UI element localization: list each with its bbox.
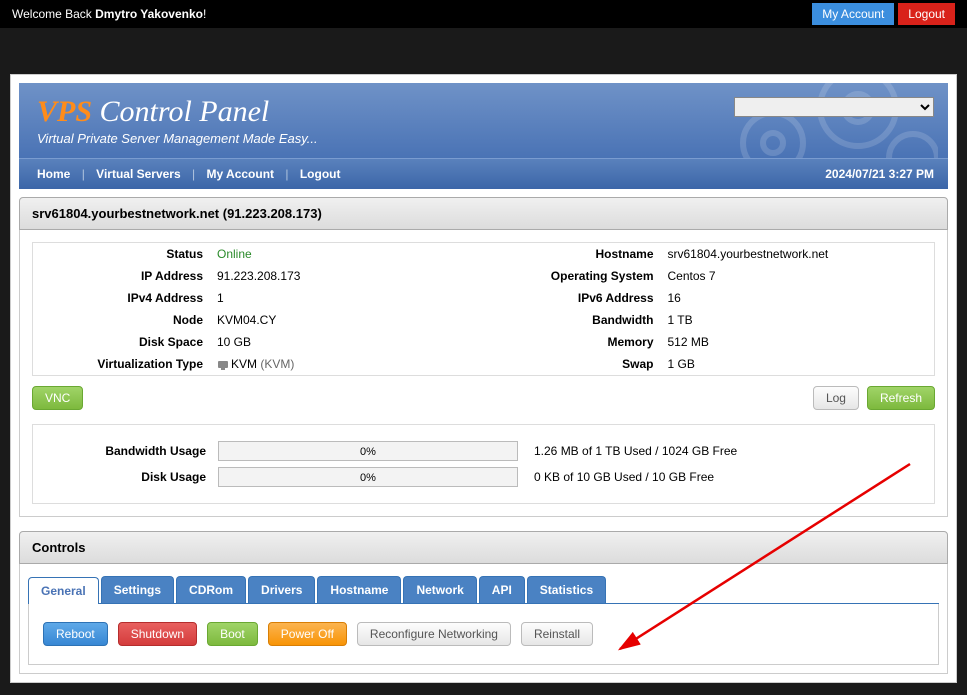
label-hostname: Hostname bbox=[484, 243, 664, 265]
value-status: Online bbox=[213, 243, 484, 265]
tabs: General Settings CDRom Drivers Hostname … bbox=[28, 576, 939, 604]
server-info-body: StatusOnline IP Address91.223.208.173 IP… bbox=[19, 230, 948, 517]
value-bw: 1 TB bbox=[664, 309, 935, 331]
server-title-header: srv61804.yourbestnetwork.net (91.223.208… bbox=[19, 197, 948, 230]
nav-virtual-servers[interactable]: Virtual Servers bbox=[96, 167, 181, 181]
tab-hostname[interactable]: Hostname bbox=[317, 576, 401, 603]
action-row: VNC Log Refresh bbox=[32, 386, 935, 410]
title-vps: VPS bbox=[37, 95, 92, 128]
value-ipv6: 16 bbox=[664, 287, 935, 309]
bandwidth-usage-row: Bandwidth Usage 0% 1.26 MB of 1 TB Used … bbox=[43, 441, 924, 461]
info-table: StatusOnline IP Address91.223.208.173 IP… bbox=[32, 242, 935, 376]
tabs-container: General Settings CDRom Drivers Hostname … bbox=[28, 576, 939, 665]
value-hostname: srv61804.yourbestnetwork.net bbox=[664, 243, 935, 265]
bandwidth-pct: 0% bbox=[360, 446, 376, 458]
label-status: Status bbox=[33, 243, 213, 265]
log-button[interactable]: Log bbox=[813, 386, 859, 410]
vnc-button[interactable]: VNC bbox=[32, 386, 83, 410]
label-ip: IP Address bbox=[33, 265, 213, 287]
disk-pct: 0% bbox=[360, 472, 376, 484]
tab-api[interactable]: API bbox=[479, 576, 525, 603]
nav-datetime: 2024/07/21 3:27 PM bbox=[825, 167, 934, 181]
server-select[interactable] bbox=[734, 97, 934, 117]
kvm-icon bbox=[217, 359, 229, 371]
label-bw: Bandwidth bbox=[484, 309, 664, 331]
label-ipv6: IPv6 Address bbox=[484, 287, 664, 309]
value-swap: 1 GB bbox=[664, 353, 935, 375]
controls-body: General Settings CDRom Drivers Hostname … bbox=[19, 564, 948, 674]
boot-button[interactable]: Boot bbox=[207, 622, 258, 646]
bandwidth-label: Bandwidth Usage bbox=[43, 444, 218, 458]
value-virt: KVM (KVM) bbox=[213, 353, 484, 375]
logout-button[interactable]: Logout bbox=[898, 3, 955, 25]
label-ipv4: IPv4 Address bbox=[33, 287, 213, 309]
welcome-message: Welcome Back Dmytro Yakovenko! bbox=[12, 7, 206, 21]
usage-box: Bandwidth Usage 0% 1.26 MB of 1 TB Used … bbox=[32, 424, 935, 504]
value-mem: 512 MB bbox=[664, 331, 935, 353]
gears-decoration bbox=[698, 83, 938, 158]
tab-network[interactable]: Network bbox=[403, 576, 476, 603]
username: Dmytro Yakovenko bbox=[95, 7, 203, 21]
tab-content-general: Reboot Shutdown Boot Power Off Reconfigu… bbox=[28, 604, 939, 665]
topbar-buttons: My Account Logout bbox=[812, 3, 955, 25]
value-ipv4: 1 bbox=[213, 287, 484, 309]
bandwidth-text: 1.26 MB of 1 TB Used / 1024 GB Free bbox=[534, 444, 737, 458]
label-disk: Disk Space bbox=[33, 331, 213, 353]
reconfigure-networking-button[interactable]: Reconfigure Networking bbox=[357, 622, 511, 646]
poweroff-button[interactable]: Power Off bbox=[268, 622, 347, 646]
tab-statistics[interactable]: Statistics bbox=[527, 576, 606, 603]
my-account-button[interactable]: My Account bbox=[812, 3, 894, 25]
nav-sep: | bbox=[285, 167, 288, 181]
shutdown-button[interactable]: Shutdown bbox=[118, 622, 197, 646]
dark-spacer bbox=[0, 28, 967, 74]
tab-settings[interactable]: Settings bbox=[101, 576, 174, 603]
header-banner: VPS Control Panel Virtual Private Server… bbox=[19, 83, 948, 158]
value-node: KVM04.CY bbox=[213, 309, 484, 331]
info-col-right: Hostnamesrv61804.yourbestnetwork.net Ope… bbox=[484, 243, 935, 375]
main-nav: Home | Virtual Servers | My Account | Lo… bbox=[19, 158, 948, 189]
tab-drivers[interactable]: Drivers bbox=[248, 576, 315, 603]
disk-progress: 0% bbox=[218, 467, 518, 487]
disk-usage-label: Disk Usage bbox=[43, 470, 218, 484]
disk-usage-row: Disk Usage 0% 0 KB of 10 GB Used / 10 GB… bbox=[43, 467, 924, 487]
nav-my-account[interactable]: My Account bbox=[206, 167, 274, 181]
title-rest: Control Panel bbox=[92, 95, 269, 128]
page-container: VPS Control Panel Virtual Private Server… bbox=[10, 74, 957, 683]
reboot-button[interactable]: Reboot bbox=[43, 622, 108, 646]
top-bar: Welcome Back Dmytro Yakovenko! My Accoun… bbox=[0, 0, 967, 28]
info-col-left: StatusOnline IP Address91.223.208.173 IP… bbox=[33, 243, 484, 375]
label-mem: Memory bbox=[484, 331, 664, 353]
nav-links: Home | Virtual Servers | My Account | Lo… bbox=[33, 167, 345, 181]
nav-home[interactable]: Home bbox=[37, 167, 70, 181]
reinstall-button[interactable]: Reinstall bbox=[521, 622, 593, 646]
value-ip: 91.223.208.173 bbox=[213, 265, 484, 287]
nav-sep: | bbox=[192, 167, 195, 181]
welcome-suffix: ! bbox=[203, 7, 206, 21]
tab-cdrom[interactable]: CDRom bbox=[176, 576, 246, 603]
virt-name: KVM bbox=[231, 357, 257, 371]
label-node: Node bbox=[33, 309, 213, 331]
value-os: Centos 7 bbox=[664, 265, 935, 287]
tab-general[interactable]: General bbox=[28, 577, 99, 604]
welcome-prefix: Welcome Back bbox=[12, 7, 95, 21]
nav-logout[interactable]: Logout bbox=[300, 167, 341, 181]
label-swap: Swap bbox=[484, 353, 664, 375]
controls-title: Controls bbox=[19, 531, 948, 564]
label-virt: Virtualization Type bbox=[33, 353, 213, 375]
refresh-button[interactable]: Refresh bbox=[867, 386, 935, 410]
disk-text: 0 KB of 10 GB Used / 10 GB Free bbox=[534, 470, 714, 484]
label-os: Operating System bbox=[484, 265, 664, 287]
bandwidth-progress: 0% bbox=[218, 441, 518, 461]
value-disk: 10 GB bbox=[213, 331, 484, 353]
virt-paren: (KVM) bbox=[260, 357, 294, 371]
nav-sep: | bbox=[82, 167, 85, 181]
